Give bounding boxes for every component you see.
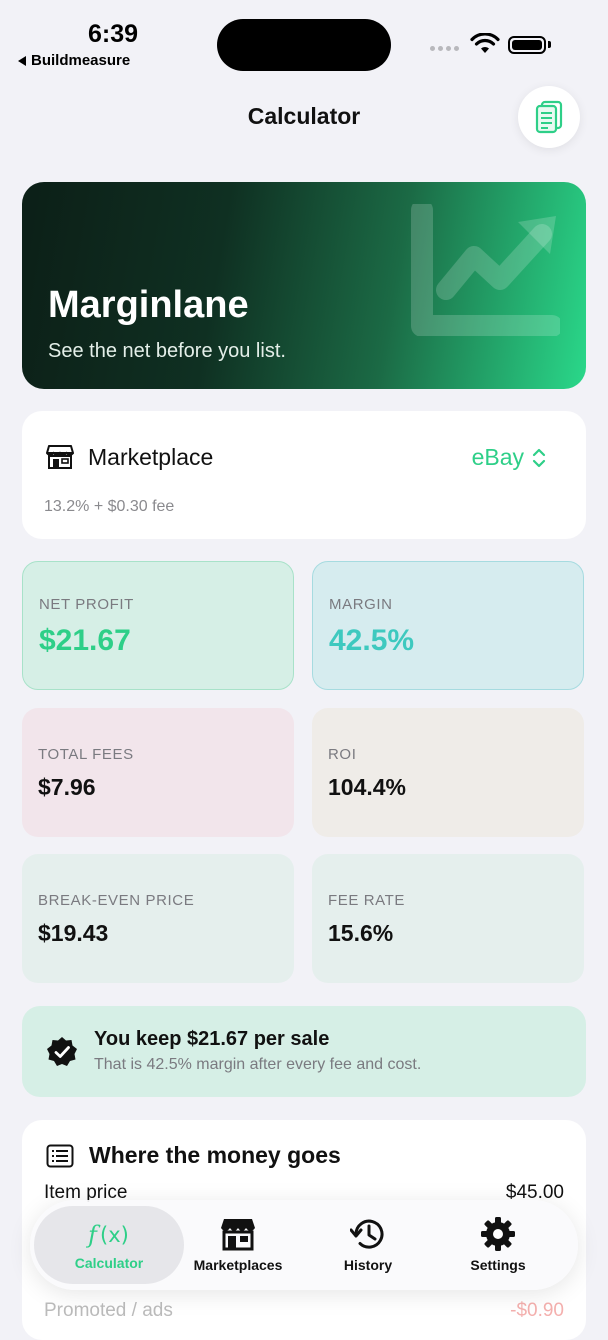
- svg-text:(x): (x): [100, 1223, 129, 1247]
- list-document-icon: [46, 1144, 74, 1168]
- money-title: Where the money goes: [89, 1142, 341, 1168]
- money-row-value: -$0.90: [510, 1300, 564, 1321]
- margin-label: Margin: [329, 596, 393, 613]
- chart-trend-icon: [411, 204, 560, 336]
- battery-icon: [508, 36, 546, 54]
- marketplace-selected: eBay: [471, 444, 524, 470]
- marketplace-label: Marketplace: [88, 444, 214, 470]
- storefront-icon: [221, 1219, 255, 1251]
- roi-tile: ROI 104.4%: [312, 708, 584, 837]
- net-profit-tile: Net profit $21.67: [22, 561, 294, 690]
- break-even-label: Break-even price: [38, 892, 195, 909]
- back-arrow-icon: [18, 55, 26, 66]
- margin-value: 42.5%: [329, 624, 415, 657]
- keep-banner: You keep $21.67 per sale That is 42.5% m…: [22, 1006, 586, 1097]
- storefront-icon: [46, 445, 74, 469]
- hero-title: Marginlane: [48, 284, 249, 326]
- clock-history-icon: [350, 1219, 384, 1249]
- margin-tile: Margin 42.5%: [312, 561, 584, 690]
- document-icon: [535, 100, 563, 134]
- marketplace-fee-text: 13.2% + $0.30 fee: [44, 498, 175, 515]
- keep-subtitle: That is 42.5% margin after every fee and…: [94, 1056, 422, 1073]
- break-even-tile: Break-even price $19.43: [22, 854, 294, 983]
- fee-rate-tile: Fee rate 15.6%: [312, 854, 584, 983]
- document-button[interactable]: [518, 86, 580, 148]
- wifi-icon: [470, 33, 500, 53]
- total-fees-value: $7.96: [38, 774, 96, 800]
- function-icon: ƒ (x): [86, 1221, 129, 1249]
- total-fees-tile: Total fees $7.96: [22, 708, 294, 837]
- hero-banner: Marginlane See the net before you list.: [22, 182, 586, 389]
- page-title: Calculator: [247, 103, 361, 129]
- tab-bar: ƒ (x) Calculator Marketplaces History Se…: [30, 1200, 578, 1290]
- tab-settings[interactable]: Settings: [423, 1200, 573, 1290]
- money-row-label: Promoted / ads: [44, 1300, 173, 1321]
- net-profit-value: $21.67: [39, 624, 131, 657]
- money-row: Promoted / ads -$0.90: [44, 1300, 564, 1322]
- tab-settings-label: Settings: [470, 1257, 526, 1273]
- total-fees-label: Total fees: [38, 746, 134, 763]
- gear-icon: [481, 1217, 515, 1251]
- cellular-signal-icon: [430, 46, 459, 51]
- back-to-app-link[interactable]: Buildmeasure: [18, 52, 130, 69]
- tab-history-label: History: [343, 1257, 393, 1273]
- tab-marketplaces[interactable]: Marketplaces: [163, 1200, 313, 1290]
- tab-calculator-label: Calculator: [74, 1255, 144, 1271]
- dynamic-island: [217, 19, 391, 71]
- break-even-value: $19.43: [38, 920, 109, 946]
- keep-title: You keep $21.67 per sale: [94, 1028, 330, 1050]
- marketplace-card: Marketplace eBay 13.2% + $0.30 fee: [22, 411, 586, 539]
- net-profit-label: Net profit: [39, 596, 134, 613]
- back-app-label: Buildmeasure: [31, 52, 131, 69]
- fee-rate-value: 15.6%: [328, 920, 394, 946]
- hero-subtitle: See the net before you list.: [48, 340, 286, 362]
- roi-label: ROI: [328, 746, 357, 763]
- fee-rate-label: Fee rate: [328, 892, 406, 909]
- status-time: 6:39: [88, 20, 139, 48]
- tab-history[interactable]: History: [293, 1200, 443, 1290]
- battery-cap: [548, 41, 551, 48]
- tab-marketplaces-label: Marketplaces: [193, 1257, 283, 1273]
- tab-calculator[interactable]: ƒ (x) Calculator: [34, 1200, 184, 1290]
- chevron-up-down-icon: [532, 448, 546, 467]
- roi-value: 104.4%: [328, 774, 407, 800]
- marketplace-picker[interactable]: eBay: [472, 444, 546, 471]
- verified-badge-icon: [47, 1037, 77, 1066]
- svg-text:ƒ: ƒ: [86, 1221, 101, 1249]
